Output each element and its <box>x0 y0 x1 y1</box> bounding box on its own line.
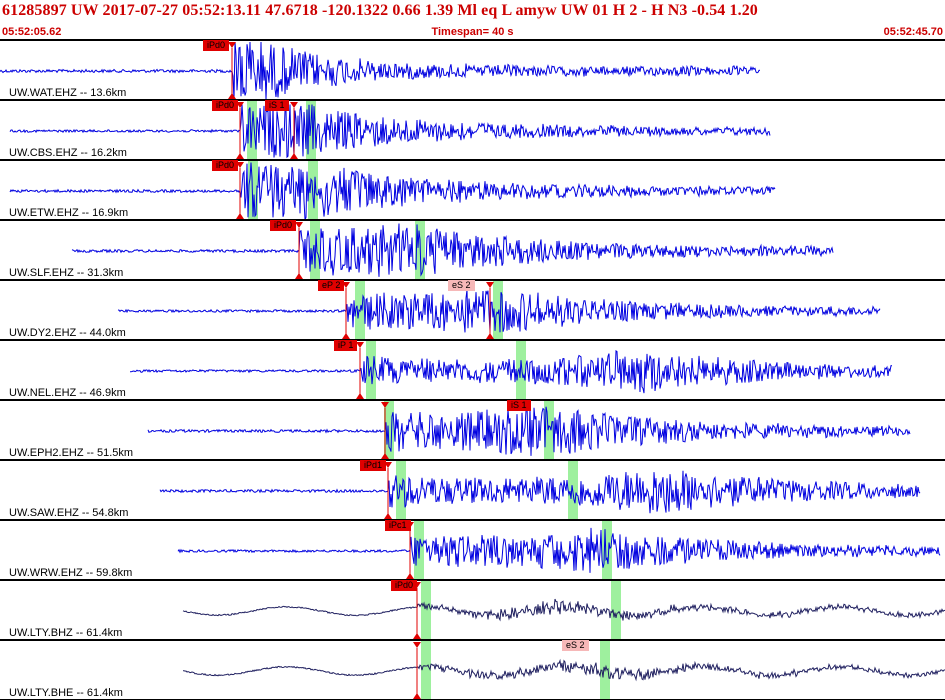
analysis-window <box>421 641 431 700</box>
trace-row[interactable] <box>0 521 945 581</box>
pick-label[interactable]: eP 2 <box>318 280 345 291</box>
pick-marker-icon <box>413 633 421 639</box>
waveform <box>182 598 945 622</box>
pick-label[interactable]: iS 1 <box>507 400 531 411</box>
trace-divider <box>0 339 945 341</box>
waveform <box>147 405 911 456</box>
pick-marker-icon <box>486 333 494 339</box>
pick-marker-icon <box>413 693 421 699</box>
pick-marker-icon <box>295 222 303 228</box>
pick-marker-icon <box>236 213 244 219</box>
trace-row[interactable] <box>0 401 945 461</box>
seismogram-panel[interactable] <box>0 0 945 700</box>
pick-marker-icon <box>486 282 494 288</box>
station-label: UW.NEL.EHZ -- 46.9km <box>9 387 126 399</box>
analysis-window <box>516 341 526 400</box>
trace-row[interactable] <box>0 41 945 101</box>
trace-divider <box>0 519 945 521</box>
station-label: UW.SLF.EHZ -- 31.3km <box>9 267 124 279</box>
pick-label[interactable]: iPd0 <box>203 40 230 51</box>
trace-divider <box>0 399 945 401</box>
pick-label[interactable]: iP 1 <box>334 340 358 351</box>
station-label: UW.WRW.EHZ -- 59.8km <box>9 567 133 579</box>
station-label: UW.LTY.BHZ -- 61.4km <box>9 627 123 639</box>
waveform <box>183 658 945 682</box>
pick-label[interactable]: iPd0 <box>212 100 239 111</box>
analysis-window <box>602 521 612 580</box>
trace-row[interactable] <box>0 641 945 700</box>
trace-divider <box>0 219 945 221</box>
pick-label[interactable]: iPc1 <box>385 520 411 531</box>
pick-label[interactable]: eS 2 <box>448 280 475 291</box>
pick-label[interactable]: eS 2 <box>562 640 589 651</box>
trace-row[interactable] <box>0 581 945 641</box>
waveform <box>177 527 941 573</box>
trace-row[interactable] <box>0 461 945 521</box>
waveform <box>130 350 893 394</box>
trace-divider <box>0 159 945 161</box>
pick-marker-icon <box>228 93 236 99</box>
pick-marker-icon <box>290 153 298 159</box>
pick-marker-icon <box>413 642 421 648</box>
pick-marker-icon <box>384 513 392 519</box>
pick-marker-icon <box>290 102 298 108</box>
pick-label[interactable]: iPd0 <box>212 160 239 171</box>
pick-marker-icon <box>356 393 364 399</box>
station-label: UW.WAT.EHZ -- 13.6km <box>9 87 127 99</box>
pick-label[interactable]: iS 1 <box>265 100 289 111</box>
station-label: UW.LTY.BHE -- 61.4km <box>9 687 123 699</box>
station-label: UW.SAW.EHZ -- 54.8km <box>9 507 129 519</box>
pick-label[interactable]: iPd0 <box>270 220 297 231</box>
trace-divider <box>0 639 945 641</box>
pick-marker-icon <box>342 333 350 339</box>
station-label: UW.EPH2.EHZ -- 51.5km <box>9 447 134 459</box>
waveform <box>159 470 921 514</box>
station-label: UW.CBS.EHZ -- 16.2km <box>9 147 127 159</box>
trace-divider <box>0 579 945 581</box>
trace-row[interactable] <box>0 161 945 221</box>
pick-marker-icon <box>236 153 244 159</box>
trace-row[interactable] <box>0 341 945 401</box>
pick-label[interactable]: iPd0 <box>391 580 418 591</box>
trace-row[interactable] <box>0 221 945 281</box>
trace-row[interactable] <box>0 101 945 161</box>
waveform <box>71 223 834 277</box>
station-label: UW.ETW.EHZ -- 16.9km <box>9 207 129 219</box>
trace-divider <box>0 459 945 461</box>
station-label: UW.DY2.EHZ -- 44.0km <box>9 327 126 339</box>
pick-label[interactable]: iPd1 <box>360 460 387 471</box>
trace-divider <box>0 99 945 101</box>
pick-marker-icon <box>406 573 414 579</box>
analysis-window <box>421 581 431 640</box>
pick-marker-icon <box>295 273 303 279</box>
